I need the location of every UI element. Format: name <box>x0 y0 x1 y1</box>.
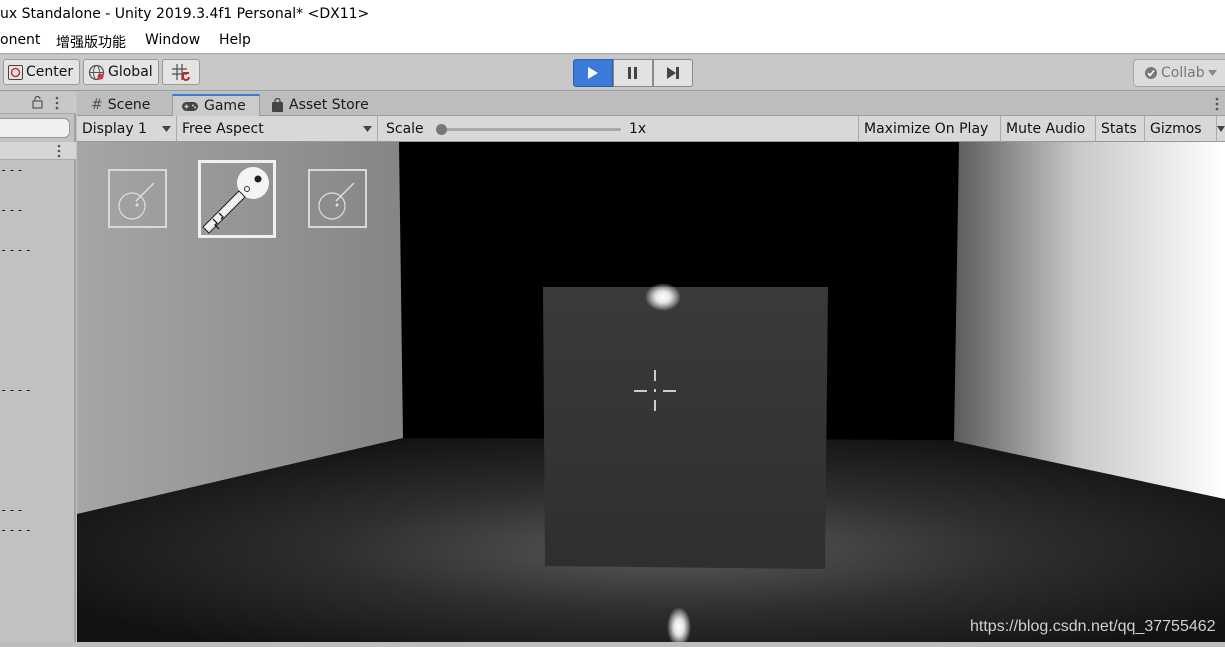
watermark-url: https://blog.csdn.net/qq_37755462 <box>970 618 1216 635</box>
maximize-on-play-toggle[interactable]: Maximize On Play <box>859 116 1001 142</box>
inventory-slot[interactable] <box>308 169 367 228</box>
chevron-down-icon <box>162 126 171 132</box>
menu-window[interactable]: Window <box>145 32 200 48</box>
maximize-label: Maximize On Play <box>864 121 989 137</box>
inventory-slot[interactable] <box>108 169 167 228</box>
chevron-down-icon <box>1207 70 1217 76</box>
check-circle-icon <box>1144 66 1158 80</box>
menu-bar: onent 增强版功能 Window Help <box>0 30 1225 54</box>
lock-icon[interactable] <box>32 96 43 109</box>
main-toolbar: Center Global Collab <box>0 55 1225 91</box>
scene-options-icon[interactable] <box>57 144 61 158</box>
hierarchy-item[interactable]: ---- <box>0 523 33 537</box>
pivot-space-button[interactable]: Global <box>83 59 159 85</box>
playmode-controls <box>573 59 693 87</box>
hierarchy-search-input[interactable] <box>0 118 70 138</box>
step-button[interactable] <box>653 59 693 87</box>
menu-component[interactable]: onent <box>0 32 40 48</box>
globe-icon <box>88 64 105 81</box>
pivot-mode-button[interactable]: Center <box>3 59 80 85</box>
key-icon <box>310 171 365 226</box>
pivot-icon <box>8 64 23 80</box>
tab-asset-store[interactable]: Asset Store <box>263 94 377 116</box>
grid-snap-button[interactable] <box>162 59 200 85</box>
grid-snap-icon <box>171 63 191 81</box>
game-viewport[interactable] <box>77 142 1225 642</box>
gizmos-toggle[interactable]: Gizmos <box>1145 116 1217 142</box>
mute-audio-toggle[interactable]: Mute Audio <box>1001 116 1096 142</box>
chevron-down-icon <box>363 126 372 132</box>
inventory-slot-selected[interactable] <box>198 160 276 238</box>
scale-slider[interactable] <box>436 124 621 135</box>
tab-game-label: Game <box>204 98 246 114</box>
pause-icon <box>627 66 639 80</box>
collab-button[interactable]: Collab <box>1133 59 1225 87</box>
mute-label: Mute Audio <box>1006 121 1086 137</box>
hierarchy-item[interactable]: --- <box>0 503 25 517</box>
menu-enhanced-features[interactable]: 增强版功能 <box>56 32 126 52</box>
title-bar: ux Standalone - Unity 2019.3.4f1 Persona… <box>0 0 1225 30</box>
aspect-dropdown[interactable]: Free Aspect <box>177 116 378 142</box>
gamepad-icon <box>181 101 199 112</box>
hierarchy-item[interactable]: ---- <box>0 383 33 397</box>
gizmos-label: Gizmos <box>1150 121 1202 137</box>
scale-label: Scale <box>386 121 424 137</box>
collab-label: Collab <box>1161 65 1205 81</box>
tab-options-icon[interactable] <box>1215 97 1219 111</box>
window-title: ux Standalone - Unity 2019.3.4f1 Persona… <box>0 6 370 22</box>
scale-value: 1x <box>629 121 647 137</box>
tab-scene[interactable]: # Scene <box>83 94 158 116</box>
display-label: Display 1 <box>82 121 147 137</box>
view-tabs: # Scene Game Asset Store <box>77 92 1225 116</box>
hierarchy-scene-header <box>0 142 76 160</box>
hierarchy-panel: --- --- ---- ---- --- ---- <box>0 92 76 647</box>
key-icon <box>110 171 165 226</box>
stats-label: Stats <box>1101 121 1137 137</box>
display-dropdown[interactable]: Display 1 <box>77 116 177 142</box>
status-bar <box>0 642 1225 647</box>
hierarchy-item[interactable]: ---- <box>0 243 33 257</box>
gizmos-menu-icon[interactable] <box>1217 126 1225 132</box>
stats-toggle[interactable]: Stats <box>1096 116 1145 142</box>
play-icon <box>587 66 599 80</box>
scale-slider-handle[interactable] <box>436 124 447 135</box>
tab-asset-store-label: Asset Store <box>289 97 369 113</box>
menu-help[interactable]: Help <box>219 32 251 48</box>
unity-editor-window: ux Standalone - Unity 2019.3.4f1 Persona… <box>0 0 1225 647</box>
pause-button[interactable] <box>613 59 653 87</box>
space-label: Global <box>108 64 153 80</box>
hierarchy-item[interactable]: --- <box>0 163 25 177</box>
more-options-icon[interactable] <box>55 96 59 110</box>
step-icon <box>666 66 680 80</box>
aspect-label: Free Aspect <box>182 121 264 137</box>
hierarchy-item[interactable]: --- <box>0 203 25 217</box>
tab-scene-label: Scene <box>107 97 151 113</box>
hierarchy-header <box>0 92 76 114</box>
key-icon <box>201 163 273 235</box>
game-view-toolbar: Display 1 Free Aspect Scale 1x Maximize … <box>77 116 1225 142</box>
play-button[interactable] <box>573 59 613 87</box>
tab-game[interactable]: Game <box>172 94 260 116</box>
shopping-bag-icon <box>271 97 284 113</box>
pivot-label: Center <box>26 64 74 80</box>
scale-control: Scale 1x <box>379 116 859 142</box>
hash-icon: # <box>91 97 103 113</box>
